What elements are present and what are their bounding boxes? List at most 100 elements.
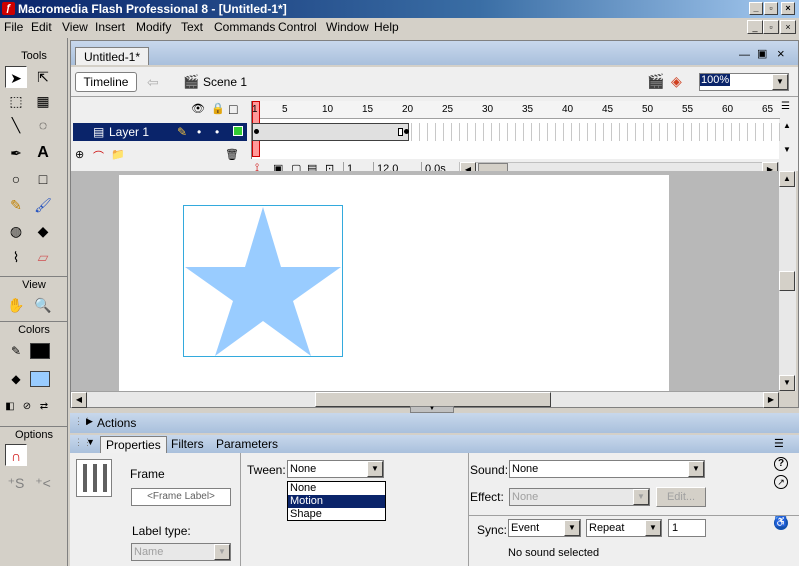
line-tool-icon[interactable]: ╲ [5, 114, 27, 136]
menu-help[interactable]: Help [374, 20, 399, 34]
hand-tool-icon[interactable]: ✋ [5, 294, 27, 316]
tween-select[interactable]: None ▼ [287, 460, 384, 478]
panel-splitter[interactable]: ▼ [410, 406, 454, 413]
insert-layer-icon[interactable]: ⊕ [75, 148, 84, 161]
menu-insert[interactable]: Insert [95, 20, 125, 34]
layer-row[interactable]: ▤ Layer 1 ✎ • • [73, 123, 247, 141]
help-icon[interactable]: ? [774, 457, 788, 471]
tween-option-none[interactable]: None [288, 482, 385, 495]
swap-colors-icon[interactable]: ⇄ [36, 396, 52, 418]
end-keyframe[interactable] [404, 129, 409, 134]
no-color-icon[interactable]: ⊘ [19, 396, 35, 418]
panel-options-menu-icon[interactable]: ☰ [774, 437, 784, 450]
fill-color-swatch[interactable] [30, 371, 50, 387]
pencil-tool-icon[interactable]: ✎ [5, 194, 27, 216]
stage[interactable] [119, 175, 669, 391]
zoom-combo[interactable]: 100% ▼ [699, 73, 789, 91]
actions-title[interactable]: Actions [97, 416, 136, 430]
menu-window[interactable]: Window [326, 20, 369, 34]
snap-magnet-icon[interactable]: ∩ [5, 444, 27, 466]
tab-parameters[interactable]: Parameters [211, 436, 283, 453]
document-tab[interactable]: Untitled-1* [75, 47, 150, 65]
panel-restore-icon[interactable]: ▣ [757, 47, 767, 60]
doc-close-button[interactable]: × [780, 20, 796, 34]
menu-edit[interactable]: Edit [31, 20, 52, 34]
zoom-dropdown-icon[interactable]: ▼ [772, 74, 788, 90]
stage-scroll-left-icon[interactable]: ◀ [71, 392, 87, 408]
brush-tool-icon[interactable]: 🖌 [32, 194, 54, 216]
tween-option-shape[interactable]: Shape [288, 508, 385, 521]
menu-commands[interactable]: Commands [214, 20, 275, 34]
oval-tool-icon[interactable]: ○ [5, 168, 27, 190]
add-guide-layer-icon[interactable]: ⌒ [93, 148, 104, 164]
timeline-scroll-up-icon[interactable]: ▲ [783, 121, 791, 130]
pen-tool-icon[interactable]: ✒ [5, 142, 27, 164]
maximize-button[interactable]: ▫ [764, 2, 778, 15]
insert-folder-icon[interactable]: 📁 [111, 148, 125, 161]
frame-row[interactable] [252, 123, 780, 141]
frame-ruler[interactable]: 1 5 10 15 20 25 30 35 40 45 50 55 60 65 [252, 101, 780, 157]
selection-tool-icon[interactable]: ➤ [5, 66, 27, 88]
star-shape[interactable] [183, 205, 343, 357]
stage-vscroll[interactable]: ▲ ▼ [779, 171, 796, 391]
edit-scene-icon[interactable]: 🎬 [647, 73, 664, 90]
stage-hscroll-thumb[interactable] [315, 392, 551, 407]
black-white-icon[interactable]: ◧ [2, 396, 18, 418]
chevron-down-icon[interactable]: ▼ [688, 461, 704, 477]
eraser-tool-icon[interactable]: ▱ [32, 246, 54, 268]
outline-icon[interactable]: □ [229, 101, 237, 117]
accessibility-icon[interactable]: ♿ [774, 516, 788, 530]
stage-hscroll[interactable]: ◀ ▶ [71, 391, 779, 408]
menu-control[interactable]: Control [278, 20, 317, 34]
collapse-down-icon[interactable]: ▼ [86, 437, 95, 447]
edit-sound-button[interactable]: Edit... [656, 487, 706, 507]
panel-minimize-icon[interactable]: — [739, 49, 750, 61]
chevron-down-icon[interactable]: ▼ [645, 520, 661, 536]
stroke-color-swatch[interactable] [30, 343, 50, 359]
sound-select[interactable]: None ▼ [509, 460, 705, 478]
edit-symbols-icon[interactable]: ◈ [671, 73, 682, 90]
layer-visible-dot[interactable]: • [197, 125, 201, 139]
back-arrow-icon[interactable]: ⇦ [147, 74, 159, 91]
actions-panel-header[interactable]: ⋮⋮ ▶ Actions [70, 413, 799, 433]
star-fill[interactable] [185, 207, 341, 356]
repeat-select[interactable]: Repeat ▼ [586, 519, 662, 537]
smooth-icon[interactable]: ⁺S [5, 472, 27, 494]
panel-close-icon[interactable]: × [777, 46, 785, 61]
subselection-tool-icon[interactable]: ⇱ [32, 66, 54, 88]
chevron-down-icon[interactable]: ▼ [564, 520, 580, 536]
tween-option-motion[interactable]: Motion [288, 495, 385, 508]
delete-layer-icon[interactable]: 🗑 [225, 148, 239, 161]
zoom-tool-icon[interactable]: 🔍 [32, 294, 54, 316]
stage-scroll-down-icon[interactable]: ▼ [779, 375, 795, 391]
sync-select[interactable]: Event ▼ [508, 519, 581, 537]
close-button[interactable]: × [781, 2, 795, 15]
layer-lock-dot[interactable]: • [215, 125, 219, 139]
pasteboard[interactable] [71, 171, 779, 391]
timeline-scroll-down-icon[interactable]: ▼ [783, 145, 791, 154]
minimize-button[interactable]: _ [749, 2, 763, 15]
menu-text[interactable]: Text [181, 20, 203, 34]
expand-panel-icon[interactable]: ↗ [774, 475, 788, 489]
lasso-tool-icon[interactable]: ◌ [32, 114, 54, 136]
scene-label[interactable]: Scene 1 [203, 75, 247, 89]
menu-view[interactable]: View [62, 20, 88, 34]
frame-label-input[interactable]: <Frame Label> [131, 488, 231, 506]
collapse-right-icon[interactable]: ▶ [86, 416, 93, 427]
paint-bucket-tool-icon[interactable]: ◆ [32, 220, 54, 242]
menu-modify[interactable]: Modify [136, 20, 171, 34]
ink-bottle-tool-icon[interactable]: ◍ [5, 220, 27, 242]
eyedropper-tool-icon[interactable]: ⌇ [5, 246, 27, 268]
stage-scroll-up-icon[interactable]: ▲ [779, 171, 795, 187]
rectangle-tool-icon[interactable]: □ [32, 168, 54, 190]
stage-vscroll-thumb[interactable] [779, 271, 795, 291]
repeat-count-input[interactable]: 1 [668, 519, 706, 537]
free-transform-tool-icon[interactable]: ⬚ [5, 90, 27, 112]
gradient-transform-tool-icon[interactable]: ▦ [32, 90, 54, 112]
layer-name[interactable]: Layer 1 [109, 125, 149, 139]
timeline-menu-icon[interactable]: ☰ [781, 101, 790, 112]
stage-scroll-right-icon[interactable]: ▶ [763, 392, 779, 408]
text-tool-icon[interactable]: A [32, 142, 54, 164]
frame-span[interactable] [252, 123, 409, 141]
chevron-down-icon[interactable]: ▼ [367, 461, 383, 477]
